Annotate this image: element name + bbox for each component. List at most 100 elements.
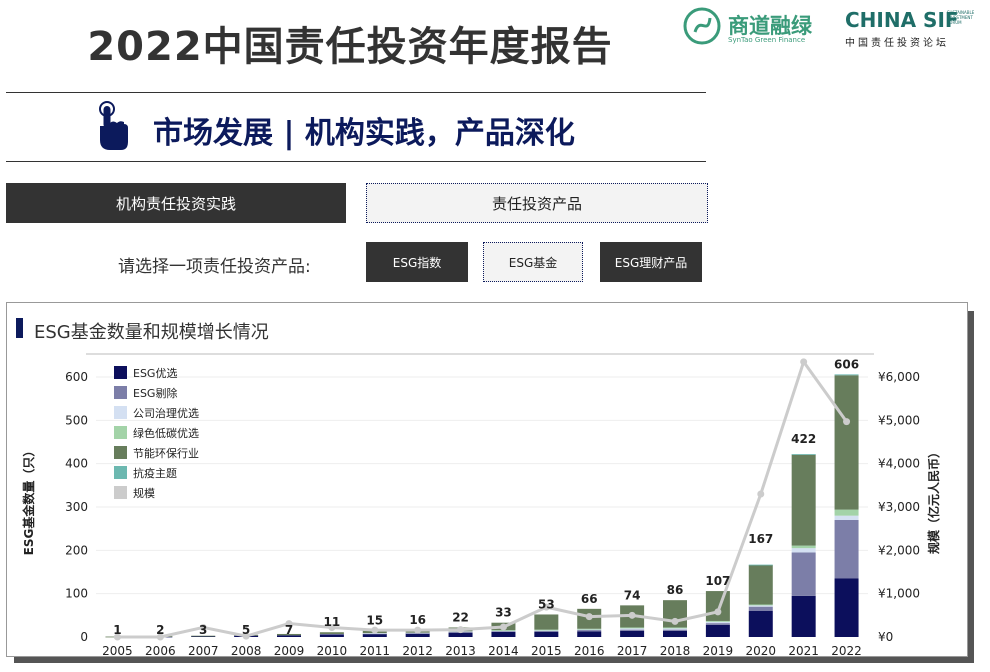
bar-total-label: 33 <box>495 606 512 620</box>
x-tick-label: 2014 <box>488 644 519 658</box>
x-tick-label: 2021 <box>788 644 819 658</box>
x-tick-label: 2007 <box>188 644 219 658</box>
legend-label: ESG剔除 <box>133 386 177 400</box>
bar-total-label: 5 <box>242 623 250 637</box>
bar-segment <box>705 624 730 637</box>
bar-segment <box>748 611 773 637</box>
bar-segment <box>534 614 559 630</box>
scale-line-point <box>628 611 636 619</box>
y2-tick-label: ¥1,000 <box>878 587 920 601</box>
bar-total-label: 2 <box>156 623 164 637</box>
bar-segment <box>748 604 773 606</box>
bar-segment <box>748 605 773 607</box>
y2-tick-label: ¥3,000 <box>878 500 920 514</box>
bar-total-label: 86 <box>667 583 684 597</box>
y-tick-label: 400 <box>65 457 88 471</box>
bar-total-label: 66 <box>581 592 598 606</box>
bar-segment <box>319 632 344 634</box>
bar-segment <box>834 520 859 579</box>
y-tick-label: 0 <box>80 630 88 644</box>
bar-total-label: 53 <box>538 597 555 611</box>
bar-segment <box>620 630 645 637</box>
bar-segment <box>577 630 602 632</box>
bar-total-label: 11 <box>324 615 341 629</box>
bar-segment <box>620 627 645 629</box>
x-tick-label: 2008 <box>231 644 262 658</box>
y2-tick-label: ¥5,000 <box>878 413 920 427</box>
bar-segment <box>663 628 687 630</box>
bar-total-label: 167 <box>748 532 773 546</box>
bar-segment <box>577 628 602 630</box>
x-tick-label: 2006 <box>145 644 176 658</box>
bar-segment <box>705 620 730 622</box>
bar-segment <box>448 632 473 637</box>
scale-line-point <box>757 490 765 498</box>
y-tick-label: 500 <box>65 413 88 427</box>
bar-segment <box>791 548 816 553</box>
bar-total-label: 22 <box>452 610 469 624</box>
scale-line-point <box>714 608 722 616</box>
y-tick-label: 300 <box>65 500 88 514</box>
bar-segment <box>791 545 816 549</box>
bar-segment <box>791 454 816 546</box>
legend-swatch <box>114 386 127 399</box>
legend-label: ESG优选 <box>133 367 177 380</box>
legend-swatch <box>114 466 127 479</box>
scale-line-point <box>457 626 465 634</box>
bar-segment <box>319 634 344 637</box>
bar-total-label: 422 <box>791 432 816 446</box>
legend-label: 节能环保行业 <box>133 446 199 460</box>
bar-segment <box>834 374 859 376</box>
bar-total-label: 7 <box>285 623 293 637</box>
bar-segment <box>705 621 730 624</box>
bar-segment <box>534 631 559 637</box>
bar-segment <box>748 565 773 605</box>
bar-segment <box>663 630 687 637</box>
legend-swatch <box>114 366 127 379</box>
x-tick-label: 2019 <box>703 644 734 658</box>
x-tick-label: 2016 <box>574 644 605 658</box>
bar-segment <box>791 552 816 596</box>
scale-line-point <box>585 613 593 621</box>
x-tick-label: 2005 <box>102 644 133 658</box>
y2-tick-label: ¥6,000 <box>878 370 920 384</box>
bar-segment <box>834 515 859 520</box>
bar-segment <box>748 606 773 611</box>
bar-segment <box>663 627 687 629</box>
scale-line-point <box>800 358 808 366</box>
bar-segment <box>663 629 687 631</box>
bar-total-label: 107 <box>705 574 730 588</box>
bar-segment <box>319 633 344 635</box>
bar-segment <box>620 628 645 630</box>
x-tick-label: 2015 <box>531 644 562 658</box>
bar-segment <box>834 375 859 510</box>
bar-segment <box>405 633 430 637</box>
bar-segment <box>791 595 816 637</box>
x-tick-label: 2018 <box>660 644 691 658</box>
x-tick-label: 2020 <box>746 644 777 658</box>
x-tick-label: 2012 <box>402 644 433 658</box>
legend-label: 规模 <box>133 486 155 500</box>
y2-axis-title: 规模（亿元人民币） <box>926 446 941 554</box>
bar-total-label: 16 <box>409 613 426 627</box>
bar-total-label: 74 <box>624 588 641 602</box>
bar-segment <box>705 623 730 625</box>
bar-total-label: 1 <box>113 623 121 637</box>
scale-line-point <box>414 626 422 634</box>
legend-label: 抗疫主题 <box>133 466 177 480</box>
legend-label: 公司治理优选 <box>133 406 199 420</box>
bar-segment <box>362 633 387 637</box>
legend-label: 绿色低碳优选 <box>133 426 199 440</box>
y-tick-label: 600 <box>65 370 88 384</box>
y-tick-label: 100 <box>65 587 88 601</box>
bar-segment <box>791 454 816 455</box>
y2-tick-label: ¥2,000 <box>878 543 920 557</box>
scale-line-point <box>371 626 379 634</box>
legend-swatch <box>114 446 127 459</box>
bar-segment <box>577 631 602 637</box>
x-tick-label: 2013 <box>445 644 476 658</box>
legend-swatch <box>114 426 127 439</box>
bar-total-label: 15 <box>366 614 383 628</box>
x-tick-label: 2009 <box>274 644 305 658</box>
bar-segment <box>620 629 645 631</box>
